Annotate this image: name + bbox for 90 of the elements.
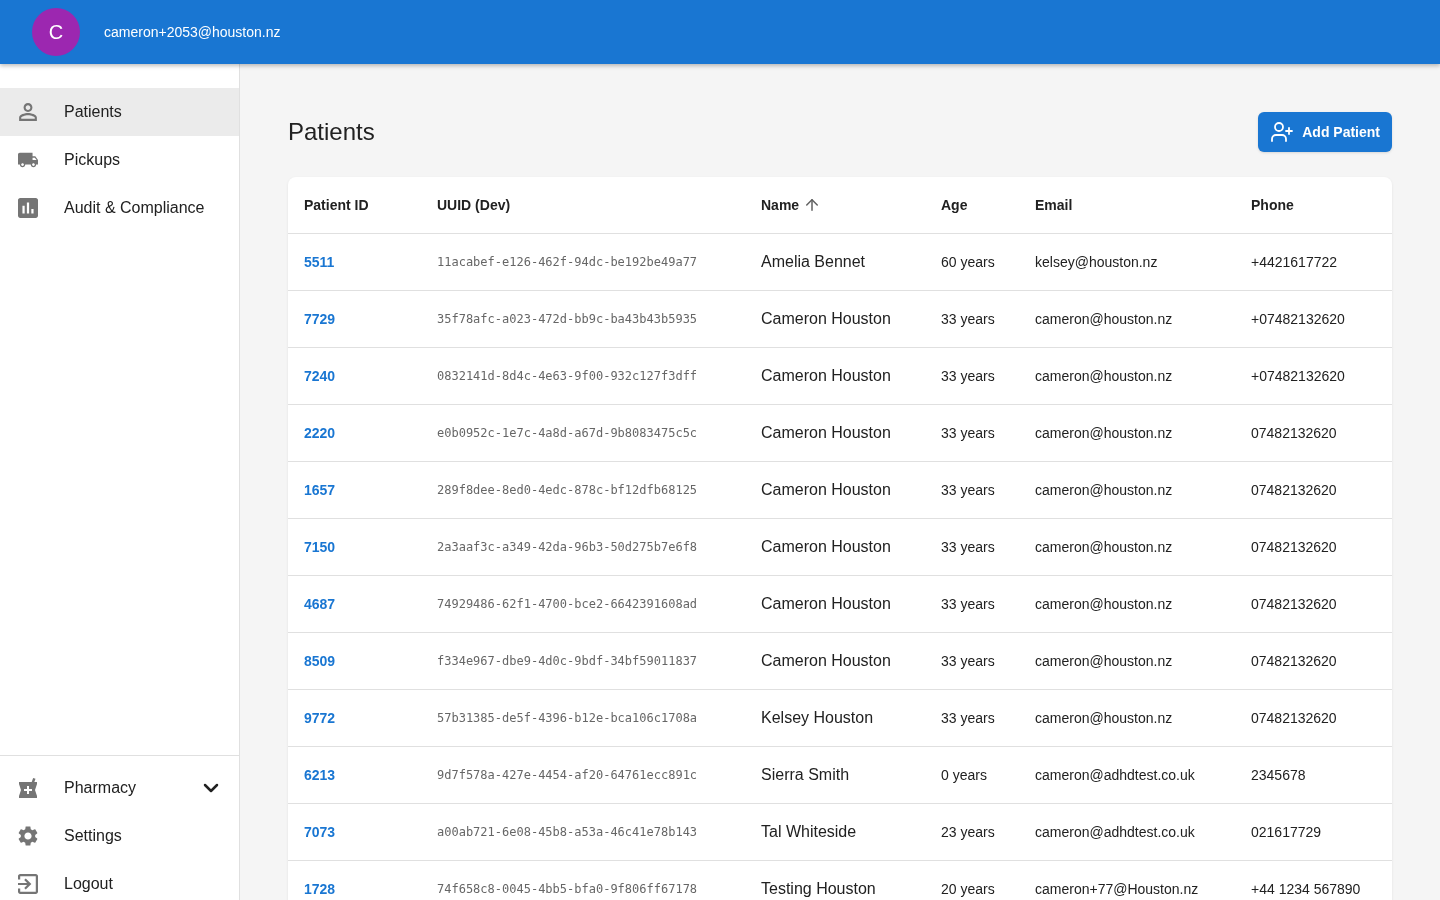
table-cell-text: kelsey@houston.nz xyxy=(1035,253,1158,272)
table-cell-text: Cameron Houston xyxy=(761,309,891,329)
add-patient-button[interactable]: Add Patient xyxy=(1258,112,1392,152)
patient-id-link[interactable]: 8509 xyxy=(304,651,336,671)
column-header: Email xyxy=(1035,196,1073,215)
user-email: cameron+2053@houston.nz xyxy=(104,23,281,42)
table-cell-text: cameron@houston.nz xyxy=(1035,595,1173,614)
patient-id-link[interactable]: 4687 xyxy=(304,594,336,614)
table-cell-text: 74f658c8-0045-4bb5-bfa0-9f806ff67178 xyxy=(437,881,698,898)
table-cell-text: Cameron Houston xyxy=(761,651,891,671)
table-cell-text: 07482132620 xyxy=(1251,424,1337,443)
table-cell-text: 33 years xyxy=(941,595,995,614)
table-cell-text: f334e967-dbe9-4d0c-9bdf-34bf59011837 xyxy=(437,653,698,670)
table-cell-text: Cameron Houston xyxy=(761,480,891,500)
table-cell-text: 33 years xyxy=(941,481,995,500)
table-cell-text: 20 years xyxy=(941,880,995,899)
table-cell-text: 0 years xyxy=(941,766,987,785)
table-cell-text: Kelsey Houston xyxy=(761,708,874,728)
pharmacy-icon xyxy=(18,778,38,798)
table-cell-text: Amelia Bennet xyxy=(761,252,866,272)
table-cell-text: 07482132620 xyxy=(1251,481,1337,500)
patient-id-link[interactable]: 6213 xyxy=(304,765,336,785)
sidebar-item[interactable]: Patients xyxy=(0,88,239,136)
table-cell-text: 33 years xyxy=(941,367,995,386)
table-cell-text: 33 years xyxy=(941,538,995,557)
table-cell-text: 07482132620 xyxy=(1251,538,1337,557)
patient-id-link[interactable]: 1657 xyxy=(304,480,336,500)
table-cell-text: +4421617722 xyxy=(1251,253,1338,272)
patient-id-link[interactable]: 5511 xyxy=(304,252,335,272)
patient-id-link[interactable]: 7073 xyxy=(304,822,336,842)
column-header: Patient ID xyxy=(304,196,369,215)
table-cell-text: Testing Houston xyxy=(761,879,876,899)
settings-icon xyxy=(18,826,38,846)
table-cell-text: cameron@houston.nz xyxy=(1035,538,1173,557)
table-cell-text: 0832141d-8d4c-4e63-9f00-932c127f3dff xyxy=(437,368,698,385)
table-cell-text: a00ab721-6e08-45b8-a53a-46c41e78b143 xyxy=(437,824,698,841)
table-cell-text: 021617729 xyxy=(1251,823,1322,842)
table-cell-text: cameron@adhdtest.co.uk xyxy=(1035,823,1195,842)
table-cell-text: Cameron Houston xyxy=(761,423,891,443)
user-avatar[interactable]: C xyxy=(32,8,80,56)
page-title: Patients xyxy=(288,117,375,147)
arrow-into-box-icon xyxy=(18,874,38,894)
table-cell-text: 33 years xyxy=(941,709,995,728)
bar-chart-icon xyxy=(18,198,38,218)
table-cell-text: Cameron Houston xyxy=(761,594,891,614)
person-plus-icon xyxy=(1270,120,1295,144)
table-cell-text: +07482132620 xyxy=(1251,310,1345,329)
table-cell-text: 74929486-62f1-4700-bce2-6642391608ad xyxy=(437,596,698,613)
table-cell-text: cameron@houston.nz xyxy=(1035,652,1173,671)
table-cell-text: cameron@houston.nz xyxy=(1035,424,1173,443)
person-icon xyxy=(18,102,38,122)
table-cell-text: 07482132620 xyxy=(1251,709,1337,728)
table-cell-text: 2a3aaf3c-a349-42da-96b3-50d275b7e6f8 xyxy=(437,539,698,556)
table-cell-text: cameron@houston.nz xyxy=(1035,367,1173,386)
column-header: Age xyxy=(941,196,968,215)
table-cell-text: +44 1234 567890 xyxy=(1251,880,1361,899)
table-cell-text: Sierra Smith xyxy=(761,765,850,785)
table-cell-text: e0b0952c-1e7c-4a8d-a67d-9b8083475c5c xyxy=(437,425,698,442)
table-cell-text: 23 years xyxy=(941,823,995,842)
table-cell-text: 9d7f578a-427e-4454-af20-64761ecc891c xyxy=(437,767,698,784)
table-cell-text: 2345678 xyxy=(1251,766,1306,785)
table-cell-text: 35f78afc-a023-472d-bb9c-ba43b43b5935 xyxy=(437,311,698,328)
table-cell-text: 60 years xyxy=(941,253,995,272)
table-cell-text: 07482132620 xyxy=(1251,652,1337,671)
table-cell-text: 07482132620 xyxy=(1251,595,1337,614)
patient-id-link[interactable]: 7240 xyxy=(304,366,336,386)
table-cell-text: cameron+77@Houston.nz xyxy=(1035,880,1199,899)
table-cell-text: cameron@adhdtest.co.uk xyxy=(1035,766,1195,785)
table-cell-text: Tal Whiteside xyxy=(761,822,857,842)
patient-id-link[interactable]: 7150 xyxy=(304,537,336,557)
table-cell-text: 57b31385-de5f-4396-b12e-bca106c1708a xyxy=(437,710,698,727)
table-cell-text: cameron@houston.nz xyxy=(1035,709,1173,728)
column-header: Phone xyxy=(1251,196,1294,215)
column-header: Name xyxy=(761,196,800,215)
table-cell-text: +07482132620 xyxy=(1251,367,1345,386)
table-cell-text: 289f8dee-8ed0-4edc-878c-bf12dfb68125 xyxy=(437,482,698,499)
table-cell-text: 33 years xyxy=(941,424,995,443)
table-cell-text: Cameron Houston xyxy=(761,537,891,557)
patient-id-link[interactable]: 9772 xyxy=(304,708,336,728)
patient-id-link[interactable]: 7729 xyxy=(304,309,336,329)
patient-id-link[interactable]: 1728 xyxy=(304,879,336,899)
column-header: UUID (Dev) xyxy=(437,196,511,215)
table-cell-text: 33 years xyxy=(941,652,995,671)
table-cell-text: cameron@houston.nz xyxy=(1035,481,1173,500)
table-cell-text: 11acabef-e126-462f-94dc-be192be49a77 xyxy=(437,254,698,271)
table-cell-text: cameron@houston.nz xyxy=(1035,310,1173,329)
truck-icon xyxy=(18,150,38,170)
patient-id-link[interactable]: 2220 xyxy=(304,423,336,443)
table-cell-text: Cameron Houston xyxy=(761,366,891,386)
table-cell-text: 33 years xyxy=(941,310,995,329)
